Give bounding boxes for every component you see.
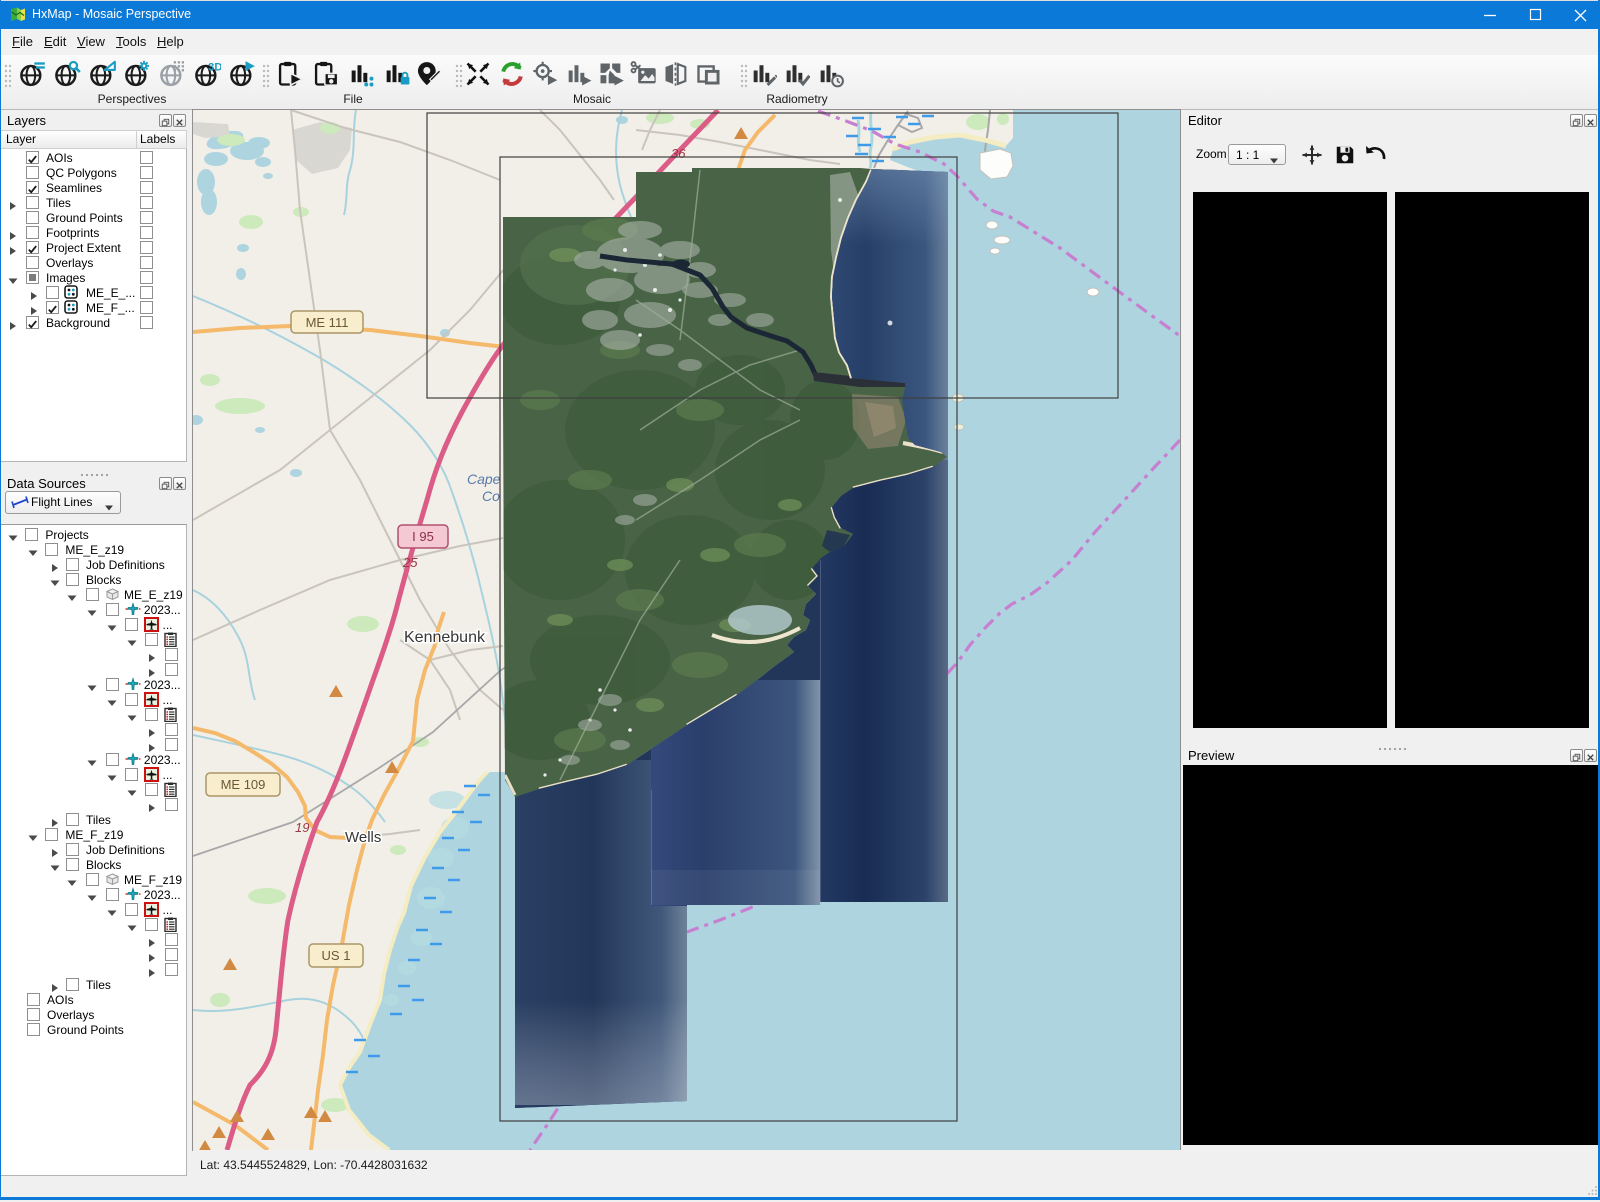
svg-text:Co: Co xyxy=(482,488,500,504)
svg-text:ME 109: ME 109 xyxy=(221,777,266,792)
svg-text:3D: 3D xyxy=(208,62,221,74)
svg-text:Cape: Cape xyxy=(467,471,501,487)
svg-text:36: 36 xyxy=(671,146,686,161)
svg-text:19: 19 xyxy=(295,820,309,835)
svg-text:25: 25 xyxy=(402,555,418,570)
svg-text:I 95: I 95 xyxy=(412,529,434,544)
svg-text:ME 111: ME 111 xyxy=(306,315,349,330)
svg-text:Kennebunk: Kennebunk xyxy=(404,629,486,646)
svg-text:Wells: Wells xyxy=(345,829,381,846)
svg-text:US 1: US 1 xyxy=(322,948,351,963)
